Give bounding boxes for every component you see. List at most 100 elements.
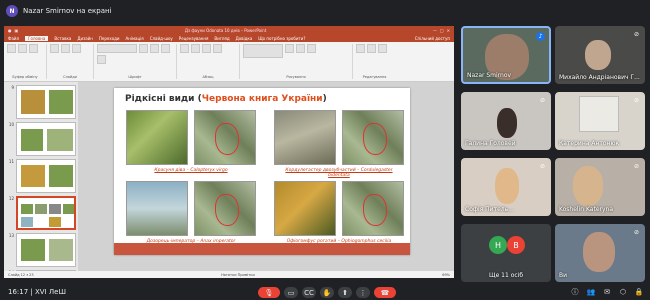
thumbnail-row[interactable]: 10 <box>6 122 76 156</box>
zoom-level[interactable]: 69% <box>442 273 450 277</box>
slide-counter: Слайд 12 з 23 <box>8 272 34 277</box>
reset-icon[interactable] <box>72 44 81 53</box>
self-view-tile[interactable]: ⊘ Ви <box>555 224 645 282</box>
raise-hand-button[interactable]: ✋ <box>320 287 334 298</box>
present-button[interactable]: ⬆ <box>338 287 352 298</box>
mic-off-icon: ⊘ <box>633 229 640 236</box>
shapes-gallery[interactable] <box>243 44 283 58</box>
maximize-icon[interactable]: □ <box>440 28 444 33</box>
tab-design[interactable]: Дизайн <box>77 36 93 41</box>
self-video <box>583 232 615 272</box>
participant-name: Михайло Андріанович Г... <box>559 74 640 81</box>
participant-name: Софія Питель... <box>465 206 514 213</box>
slide-footer-band <box>114 243 410 255</box>
species-photo <box>126 181 188 236</box>
thumbnail-row[interactable]: 12 <box>6 196 76 230</box>
camera-toggle-button[interactable]: ▭ <box>284 287 298 298</box>
species-card: Дозорець-імператор – Anax imperator <box>126 181 256 244</box>
slide-thumbnail-current[interactable] <box>16 196 76 230</box>
thumbnail-row[interactable]: 11 <box>6 159 76 193</box>
participant-tile[interactable]: ⊘ Софія Питель... <box>461 158 551 216</box>
align-center-icon[interactable] <box>213 44 222 53</box>
bold-icon[interactable] <box>150 44 159 53</box>
quick-styles-icon[interactable] <box>296 44 305 53</box>
info-icon[interactable]: ⓘ <box>570 287 580 297</box>
slide-thumbnail[interactable] <box>16 233 76 267</box>
range-map <box>194 110 256 165</box>
notes-toggle[interactable]: Нотатки Примітки <box>221 273 255 277</box>
participant-tile[interactable]: ♪ Nazar Smirnov <box>461 26 551 84</box>
tab-help[interactable]: Довідка <box>236 36 253 41</box>
ppt-titlebar: ● ▣ Дз фауни Odonata 10 днів – PowerPoin… <box>4 26 454 35</box>
tab-view[interactable]: Вигляд <box>214 36 229 41</box>
ribbon: Буфер обміну Слайди Шрифт Абзац Рисуванн… <box>4 42 454 82</box>
more-participants-tile[interactable]: Н В Ще 11 осіб <box>461 224 551 282</box>
thumbnail-row[interactable]: 9 <box>6 85 76 119</box>
participant-video <box>497 108 517 138</box>
arrange-icon[interactable] <box>285 44 294 53</box>
tab-review[interactable]: Рецензування <box>179 36 209 41</box>
lock-icon[interactable]: 🔒 <box>634 287 644 297</box>
slide-title-red: Червона книга України <box>201 94 323 104</box>
font-family-select[interactable] <box>97 44 137 53</box>
mic-on-icon: ♪ <box>536 32 545 41</box>
layout-icon[interactable] <box>61 44 70 53</box>
participant-tile[interactable]: ⊘ Koshelin Kateryna <box>555 158 645 216</box>
find-icon[interactable] <box>356 44 365 53</box>
participant-tile[interactable]: ⊘ Галина Головей <box>461 92 551 150</box>
more-options-button[interactable]: ⋮ <box>356 287 370 298</box>
autosave-icon[interactable]: ● <box>8 28 12 33</box>
cut-icon[interactable] <box>18 44 27 53</box>
captions-button[interactable]: CC <box>302 287 316 298</box>
species-caption: Красуня діва – Calopteryx virgo <box>154 168 228 173</box>
font-size-select[interactable] <box>139 44 148 53</box>
bullets-icon[interactable] <box>180 44 189 53</box>
range-map <box>342 110 404 165</box>
close-icon[interactable]: ✕ <box>447 28 450 33</box>
people-icon[interactable]: 👥 <box>586 287 596 297</box>
italic-icon[interactable] <box>161 44 170 53</box>
participant-name: Галина Головей <box>465 140 516 147</box>
slide-thumbnail[interactable] <box>16 159 76 193</box>
ppt-statusbar: Слайд 12 з 23 Нотатки Примітки 69% <box>4 271 454 278</box>
align-left-icon[interactable] <box>202 44 211 53</box>
meeting-controls-bar: 16:17 | XVI ЛеШ 🎙 ▭ CC ✋ ⬆ ⋮ ☎ ⓘ 👥 ✉ ⬡ 🔒 <box>0 285 650 300</box>
replace-icon[interactable] <box>367 44 376 53</box>
current-slide[interactable]: Рідкісні види (Червона книга України) Кр… <box>114 88 410 255</box>
select-icon[interactable] <box>378 44 387 53</box>
species-photo <box>274 110 336 165</box>
slide-thumbnail[interactable] <box>16 122 76 156</box>
copy-icon[interactable] <box>29 44 38 53</box>
underline-icon[interactable] <box>97 55 106 64</box>
tab-home[interactable]: Головна <box>25 36 49 41</box>
thumbnail-row[interactable]: 13 <box>6 233 76 267</box>
chat-icon[interactable]: ✉ <box>602 287 612 297</box>
new-slide-icon[interactable] <box>50 44 59 53</box>
tab-file[interactable]: Файл <box>8 36 19 41</box>
ppt-workarea: 9 10 11 12 13 14 Рідкісні види (Червона … <box>4 82 454 271</box>
minimize-icon[interactable]: — <box>433 28 437 33</box>
participant-video <box>573 166 603 206</box>
more-participants-label: Ще 11 осіб <box>489 272 524 279</box>
tab-insert[interactable]: Вставка <box>54 36 71 41</box>
numbering-icon[interactable] <box>191 44 200 53</box>
shape-fill-icon[interactable] <box>307 44 316 53</box>
slide-thumbnail[interactable] <box>16 85 76 119</box>
activities-icon[interactable]: ⬡ <box>618 287 628 297</box>
slide-title: Рідкісні види (Червона книга України) <box>125 94 327 104</box>
participant-tile[interactable]: ⊘ Катерина Антонюк <box>555 92 645 150</box>
mic-off-icon: ⊘ <box>633 97 640 104</box>
tell-me-search[interactable]: Що потрібно зробити? <box>258 36 305 41</box>
participant-tile[interactable]: ⊘ Михайло Андріанович Г... <box>555 26 645 84</box>
slide-thumbnails: 9 10 11 12 13 14 <box>4 82 78 271</box>
leave-call-button[interactable]: ☎ <box>374 287 396 298</box>
shared-screen: ● ▣ Дз фауни Odonata 10 днів – PowerPoin… <box>4 26 454 278</box>
tab-transitions[interactable]: Переходи <box>99 36 120 41</box>
tab-animations[interactable]: Анімація <box>126 36 144 41</box>
save-icon[interactable]: ▣ <box>15 28 19 33</box>
share-button[interactable]: Спільний доступ <box>415 36 454 41</box>
paste-icon[interactable] <box>7 44 16 53</box>
species-photo <box>274 181 336 236</box>
mic-toggle-button[interactable]: 🎙 <box>258 287 280 298</box>
tab-slideshow[interactable]: Слайд-шоу <box>150 36 173 41</box>
